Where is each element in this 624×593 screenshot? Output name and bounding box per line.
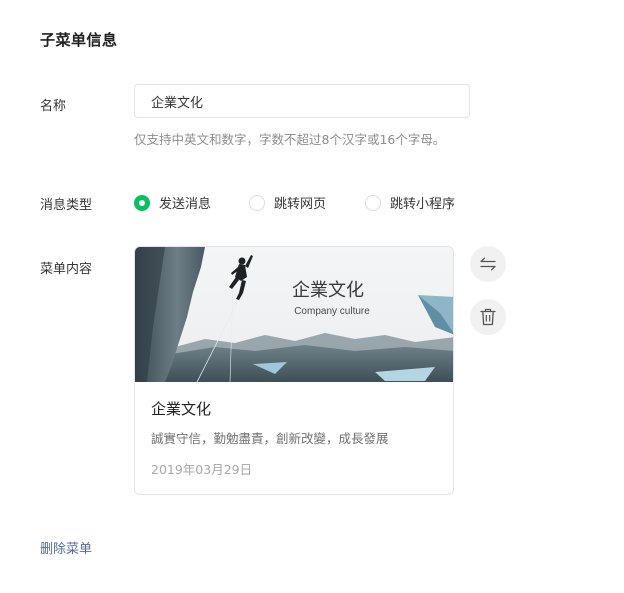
article-cover-image: 企業文化 Company culture bbox=[135, 247, 453, 382]
name-label: 名称 bbox=[40, 99, 67, 114]
radio-label: 跳转小程序 bbox=[390, 197, 456, 212]
radio-checked-icon bbox=[134, 194, 150, 211]
trash-icon bbox=[480, 308, 496, 326]
delete-menu-link[interactable]: 删除菜单 bbox=[40, 538, 92, 557]
section-title: 子菜单信息 bbox=[40, 31, 118, 49]
submenu-info-panel: 子菜单信息 名称 仅支持中英文和数字，字数不超过8个汉字或16个字母。 消息类型… bbox=[0, 0, 624, 593]
article-card[interactable]: 企業文化 Company culture 企業文化 誠實守信，勤勉盡責，創新改變… bbox=[134, 246, 454, 495]
cover-subtitle: Company culture bbox=[294, 306, 370, 317]
article-title: 企業文化 bbox=[151, 400, 212, 418]
message-type-label: 消息类型 bbox=[40, 198, 93, 213]
radio-label: 发送消息 bbox=[159, 197, 212, 212]
menu-content-label: 菜单内容 bbox=[40, 262, 93, 277]
radio-open-miniprogram[interactable]: 跳转小程序 bbox=[365, 193, 455, 212]
delete-content-button[interactable] bbox=[470, 299, 506, 335]
name-hint: 仅支持中英文和数字，字数不超过8个汉字或16个字母。 bbox=[134, 132, 446, 147]
article-date: 2019年03月29日 bbox=[151, 462, 253, 477]
article-description: 誠實守信，勤勉盡責，創新改變，成長發展 bbox=[151, 431, 389, 446]
radio-open-webpage[interactable]: 跳转网页 bbox=[249, 193, 326, 212]
swap-arrows-icon bbox=[480, 257, 496, 271]
cover-title: 企業文化 bbox=[292, 280, 364, 301]
radio-unchecked-icon bbox=[249, 194, 265, 211]
switch-content-button[interactable] bbox=[470, 246, 506, 282]
name-input[interactable] bbox=[134, 84, 470, 118]
radio-label: 跳转网页 bbox=[274, 197, 327, 212]
radio-unchecked-icon bbox=[365, 194, 381, 211]
radio-send-message[interactable]: 发送消息 bbox=[134, 193, 211, 212]
